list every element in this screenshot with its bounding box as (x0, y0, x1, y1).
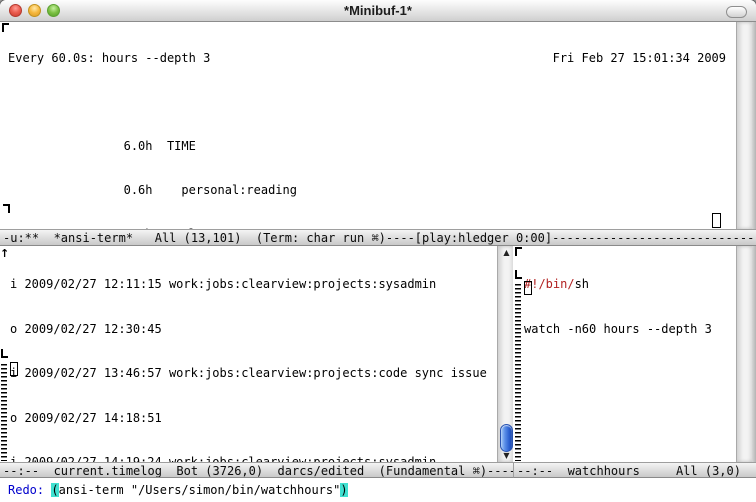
scroll-up-icon[interactable]: ▲ (499, 247, 514, 258)
script-cursor (524, 281, 532, 295)
timelog-pane[interactable]: i 2009/02/27 12:11:15 work:jobs:clearvie… (0, 246, 497, 462)
empty-lines-indicator (1, 364, 7, 461)
script-line: watch -n60 hours --depth 3 (524, 321, 736, 338)
terminal-scrollbar-track[interactable] (736, 22, 752, 229)
window-right-edge (752, 22, 756, 229)
buffer-end-indicator-icon (515, 270, 522, 279)
timelog-line: i 2009/02/27 14:19:24 work:jobs:clearvie… (10, 454, 497, 462)
report-line: 6.0h TIME (8, 138, 726, 154)
scrolled-above-indicator-icon: ↑ (0, 248, 9, 259)
title-bar[interactable]: *Minibuf-1* (0, 0, 756, 22)
script-pane[interactable]: #!/bin/sh watch -n60 hours --depth 3 (513, 246, 736, 462)
buffer-top-indicator-icon (2, 23, 9, 32)
timelog-line: o 2009/02/27 14:18:51 (10, 410, 497, 427)
watch-command-text: Every 60.0s: hours --depth 3 (8, 50, 210, 66)
minibuffer-prompt: Redo: (8, 483, 51, 497)
timelog-cursor (10, 362, 18, 376)
terminal-cursor (712, 213, 721, 228)
report-line (8, 94, 726, 110)
terminal-pane[interactable]: Every 60.0s: hours --depth 3 Fri Feb 27 … (0, 22, 736, 229)
modeline-timelog[interactable]: --:-- current.timelog Bot (3726,0) darcs… (0, 462, 513, 478)
modeline-watchhours[interactable]: --:-- watchhours All (3,0) (513, 462, 756, 478)
minibuffer-command-text: ansi-term "/Users/simon/bin/watchhours" (59, 483, 341, 497)
empty-lines-indicator (515, 284, 521, 461)
paren-close-highlight: ) (340, 483, 347, 497)
paren-open-highlight: ( (51, 483, 58, 497)
minibuffer[interactable]: Redo: (ansi-term "/Users/simon/bin/watch… (0, 478, 756, 502)
window-title: *Minibuf-1* (0, 3, 756, 18)
timelog-line: i 2009/02/27 12:11:15 work:jobs:clearvie… (10, 276, 497, 293)
scrollbar-thumb[interactable] (500, 424, 513, 452)
timelog-line: i 2009/02/27 13:46:57 work:jobs:clearvie… (10, 365, 497, 382)
timelog-line: o 2009/02/27 12:30:45 (10, 321, 497, 338)
shebang-line: #!/bin/sh (524, 276, 736, 293)
window-right-edge (752, 246, 756, 462)
modeline-ansi-term[interactable]: -u:** *ansi-term* All (13,101) (Term: ch… (0, 229, 756, 246)
watch-date-text: Fri Feb 27 15:01:34 2009 (553, 50, 726, 66)
buffer-end-indicator-icon (3, 204, 10, 213)
scroll-down-icon[interactable]: ▼ (499, 450, 514, 461)
shebang-interpreter: sh (575, 277, 589, 291)
script-scrollbar-track[interactable] (736, 246, 752, 462)
watch-header-line: Every 60.0s: hours --depth 3 Fri Feb 27 … (8, 50, 726, 66)
timelog-scrollbar-track[interactable]: ▲ ▼ (497, 246, 513, 462)
report-line: 0.6h personal:reading (8, 182, 726, 198)
emacs-window: *Minibuf-1* Every 60.0s: hours --depth 3… (0, 0, 756, 502)
buffer-top-indicator-icon (515, 247, 522, 256)
toolbar-toggle-button[interactable] (726, 6, 747, 18)
buffer-end-indicator-icon (1, 349, 8, 358)
